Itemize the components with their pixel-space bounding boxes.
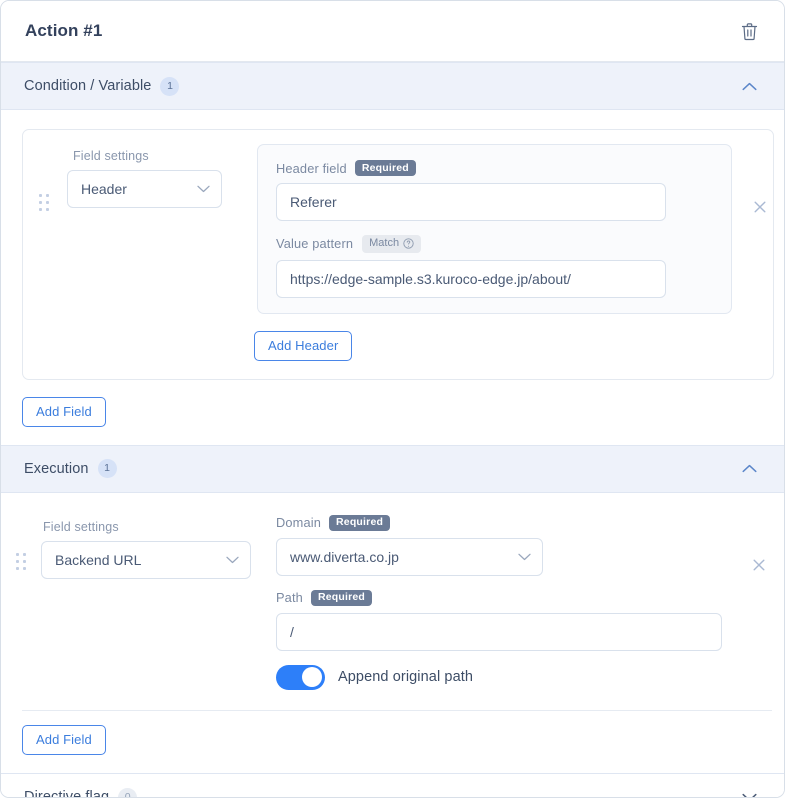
value-pattern-label-row: Value pattern Match	[276, 235, 731, 253]
drag-handle-icon[interactable]	[11, 552, 31, 572]
chevron-down-icon	[518, 539, 531, 575]
chevron-down-icon	[518, 553, 531, 560]
domain-label: Domain	[276, 515, 321, 530]
path-input[interactable]	[276, 612, 722, 651]
dot	[45, 201, 49, 204]
chevron-down-icon-directive-flag[interactable]	[738, 786, 760, 797]
section-body-execution: Field settings Backend URL Domain Requir…	[1, 492, 784, 755]
execution-divider	[22, 709, 772, 711]
execution-field-type-value: Backend URL	[55, 551, 142, 568]
dot	[38, 201, 42, 204]
add-field-button-condition[interactable]: Add Field	[22, 396, 106, 427]
section-header-condition[interactable]: Condition / Variable 1	[1, 62, 784, 110]
path-input-wrap	[276, 612, 722, 651]
trash-icon	[741, 22, 757, 40]
dot	[22, 566, 26, 570]
dot	[15, 559, 19, 563]
condition-field-settings: Field settings Header	[67, 144, 222, 208]
help-circle-icon	[403, 238, 414, 249]
action-card: Action #1 Condition / Variable 1 Field s…	[0, 0, 785, 798]
execution-field-type-select[interactable]: Backend URL	[41, 540, 251, 579]
section-body-condition: Field settings Header Header field Requi…	[1, 129, 784, 427]
chevron-up-icon	[741, 82, 757, 90]
value-pattern-label: Value pattern	[276, 236, 354, 252]
value-pattern-input[interactable]	[276, 259, 666, 298]
chevron-up-icon-condition[interactable]	[738, 75, 760, 97]
remove-execution-row-button[interactable]	[748, 554, 770, 576]
section-count-directive-flag: 0	[118, 787, 138, 797]
field-settings-label: Field settings	[43, 519, 119, 534]
dot	[15, 566, 19, 570]
close-icon	[753, 559, 765, 570]
chevron-down-icon	[226, 556, 239, 563]
condition-field-type-value: Header	[81, 181, 127, 197]
chevron-down-icon	[226, 542, 239, 578]
add-field-button-execution[interactable]: Add Field	[22, 724, 106, 755]
header-field-label: Header field	[276, 160, 347, 176]
header-field-input[interactable]	[276, 183, 666, 221]
add-header-button[interactable]: Add Header	[254, 330, 353, 361]
chevron-down-icon	[197, 185, 210, 193]
condition-field-type-select[interactable]: Header	[67, 170, 222, 208]
chevron-up-icon	[741, 464, 757, 473]
header-condition-card: Header field Required Value pattern Matc…	[257, 144, 732, 314]
chevron-up-icon-execution[interactable]	[738, 458, 760, 480]
section-title-directive-flag: Directive flag	[24, 789, 110, 798]
dot	[38, 208, 42, 211]
execution-backend-url-fields: Domain Required www.diverta.co.jp Path R…	[276, 514, 722, 690]
path-label-row: Path Required	[276, 589, 722, 606]
required-badge: Required	[310, 589, 373, 606]
toggle-knob	[302, 667, 322, 687]
action-card-header: Action #1	[1, 1, 784, 62]
domain-select[interactable]: www.diverta.co.jp	[276, 537, 543, 576]
header-field-input-wrap	[276, 183, 666, 221]
page-title: Action #1	[25, 21, 103, 40]
dot	[45, 208, 49, 211]
field-settings-label: Field settings	[73, 149, 149, 163]
domain-label-row: Domain Required	[276, 514, 722, 531]
section-count-condition: 1	[160, 76, 180, 96]
drag-handle-icon[interactable]	[34, 193, 54, 213]
condition-row: Field settings Header Header field Requi…	[23, 144, 773, 314]
delete-action-button[interactable]	[736, 18, 762, 44]
section-header-directive-flag[interactable]: Directive flag 0	[1, 772, 784, 798]
execution-row: Field settings Backend URL Domain Requir…	[1, 493, 784, 690]
add-field-button-wrap-execution: Add Field	[22, 724, 784, 755]
section-header-execution[interactable]: Execution 1	[1, 444, 784, 493]
chevron-down-icon	[741, 793, 757, 797]
required-badge: Required	[354, 160, 416, 176]
append-original-path-label: Append original path	[338, 669, 474, 685]
chevron-down-icon	[197, 171, 210, 207]
condition-field-panel: Field settings Header Header field Requi…	[22, 129, 774, 380]
header-field-label-row: Header field Required	[276, 160, 731, 176]
value-pattern-input-wrap	[276, 259, 666, 298]
dot	[22, 559, 26, 563]
add-header-button-wrap: Add Header	[254, 330, 773, 361]
section-count-execution: 1	[97, 459, 117, 478]
path-label: Path	[276, 590, 303, 605]
remove-header-button[interactable]	[749, 196, 771, 218]
append-original-path-row: Append original path	[276, 664, 722, 690]
domain-select-wrap: www.diverta.co.jp	[276, 537, 543, 576]
close-icon	[754, 201, 766, 213]
match-badge[interactable]: Match	[362, 235, 422, 253]
execution-field-settings: Field settings Backend URL	[41, 515, 251, 579]
domain-value: www.diverta.co.jp	[290, 548, 399, 565]
section-title-condition: Condition / Variable	[24, 78, 152, 94]
append-original-path-toggle[interactable]	[276, 664, 325, 690]
section-title-execution: Execution	[24, 460, 89, 477]
dot	[15, 552, 19, 556]
required-badge: Required	[329, 514, 391, 531]
dot	[22, 552, 26, 556]
dot	[38, 194, 42, 197]
match-badge-label: Match	[369, 237, 400, 249]
add-field-button-wrap-condition: Add Field	[22, 396, 784, 427]
dot	[45, 194, 49, 197]
